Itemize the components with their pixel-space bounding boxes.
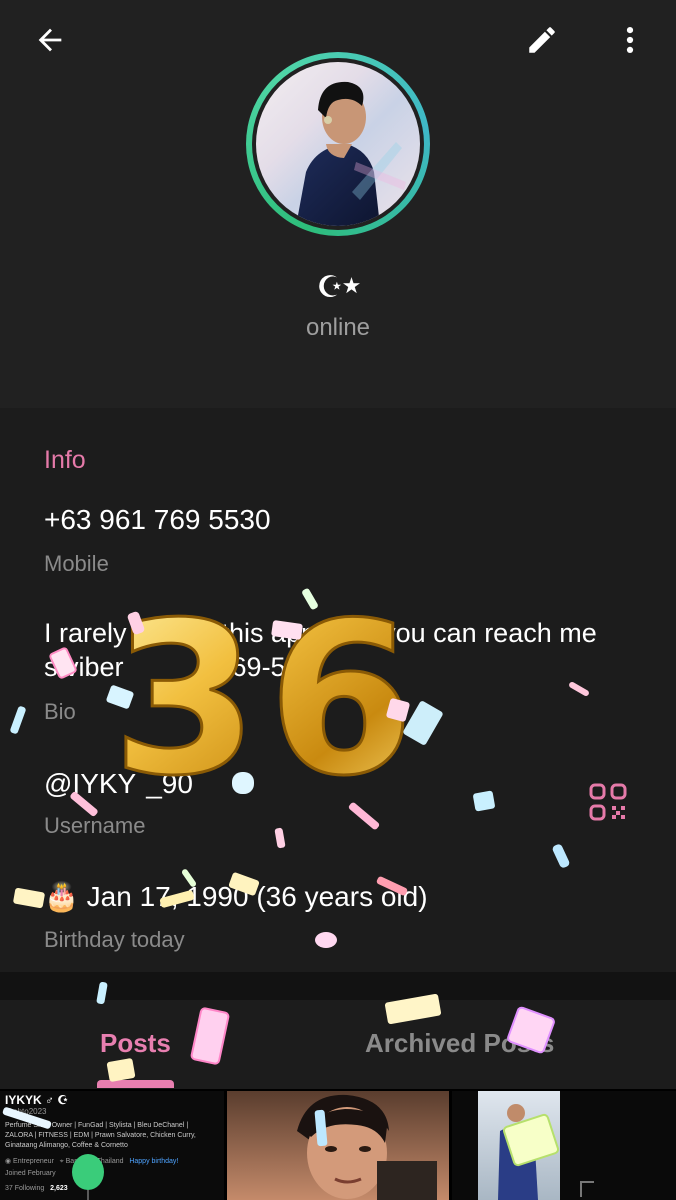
qr-code-icon	[589, 783, 627, 821]
bio-text-line1[interactable]: I rarely c this app, b you can reach me	[44, 618, 597, 649]
tab-posts[interactable]: Posts	[100, 1028, 171, 1059]
birthday-label: Birthday today	[44, 927, 185, 952]
pencil-icon	[529, 27, 555, 53]
profile-name: ☪★	[316, 271, 362, 304]
posts-grid: IYKYK ♂ ☪ @ehto2023 Perfume Shop Owner |…	[0, 1089, 676, 1200]
phone-label: Mobile	[44, 551, 109, 576]
tab-archived-posts[interactable]: Archived Posts	[365, 1028, 554, 1059]
profile-tabs: Posts Archived Posts	[0, 1000, 676, 1088]
arrow-left-icon	[38, 28, 62, 52]
post-thumbnail-1[interactable]: IYKYK ♂ ☪ @ehto2023 Perfume Shop Owner |…	[0, 1091, 224, 1200]
avatar	[256, 62, 420, 226]
bio-label: Bio	[44, 699, 76, 724]
section-divider	[0, 972, 676, 1000]
edit-button[interactable]	[514, 12, 570, 68]
username[interactable]: @IYKY _90	[44, 768, 193, 800]
back-button[interactable]	[22, 12, 78, 68]
birthday[interactable]: 🎂 Jan 17, 1990 (36 years old)	[44, 880, 428, 913]
more-vertical-icon	[626, 26, 634, 54]
online-status: online	[305, 314, 371, 341]
profile-header: ☪★ online	[0, 0, 676, 408]
post-thumbnail-3[interactable]	[452, 1091, 676, 1200]
info-section-title: Info	[44, 446, 86, 474]
qr-code-button[interactable]	[588, 782, 628, 822]
cake-icon: 🎂	[44, 881, 79, 912]
more-options-button[interactable]	[602, 12, 658, 68]
phone-number[interactable]: +63 961 769 5530	[44, 504, 271, 536]
avatar-story-ring[interactable]	[246, 52, 430, 236]
bio-text-line2[interactable]: s viber -769-5	[44, 652, 286, 683]
post-thumbnail-2[interactable]	[227, 1091, 449, 1200]
info-section: Info +63 961 769 5530 Mobile I rarely ct…	[0, 408, 676, 972]
username-label: Username	[44, 813, 146, 838]
active-tab-indicator	[97, 1080, 174, 1088]
